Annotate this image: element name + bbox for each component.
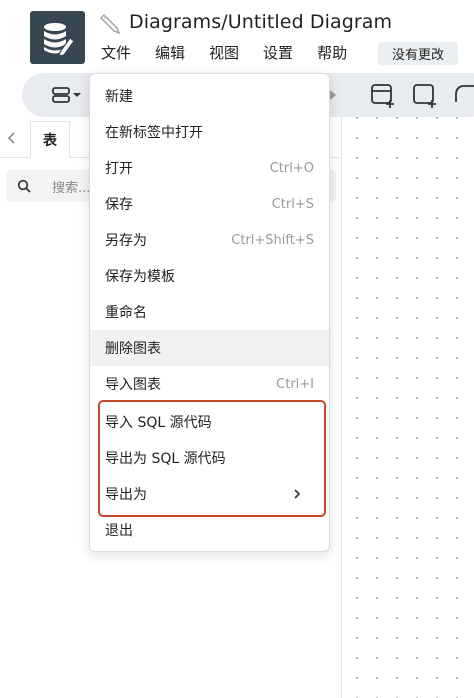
save-status-badge: 没有更改 [378, 42, 458, 65]
database-logo-icon [43, 22, 75, 57]
menu-help[interactable]: 帮助 [317, 42, 347, 66]
menu-item-shortcut: Ctrl+S [271, 196, 314, 212]
menu-item-label: 导入 SQL 源代码 [105, 415, 212, 431]
menu-item-import-sql[interactable]: 导入 SQL 源代码 [90, 404, 329, 440]
menu-item-open-new-tab[interactable]: 在新标签中打开 [90, 114, 329, 150]
menu-item-label: 删除图表 [105, 341, 161, 357]
layout-dropdown-button[interactable] [50, 73, 82, 117]
layout-rows-icon [52, 87, 70, 103]
app-window: Diagrams/Untitled Diagram 文件 编辑 视图 设置 帮助… [0, 0, 474, 698]
menu-item-label: 保存为模板 [105, 269, 175, 285]
menu-item-shortcut: Ctrl+I [276, 376, 314, 392]
menu-item-shortcut: Ctrl+O [269, 160, 314, 176]
menu-item-label: 打开 [105, 161, 133, 177]
add-table-button[interactable] [368, 73, 398, 117]
add-area-button[interactable] [410, 73, 440, 117]
add-area-icon [413, 84, 436, 108]
menu-item-delete-diagram[interactable]: 删除图表 [90, 330, 329, 366]
caret-down-icon [73, 93, 81, 97]
add-table-icon [371, 84, 394, 108]
menu-view[interactable]: 视图 [209, 42, 239, 66]
tab-tables[interactable]: 表 [30, 121, 70, 158]
search-icon [17, 179, 31, 193]
search-placeholder: 搜索... [52, 181, 91, 196]
menubar: 文件 编辑 视图 设置 帮助 [101, 42, 371, 66]
menu-item-label: 重命名 [105, 305, 147, 321]
menu-item-label: 导入图表 [105, 377, 161, 393]
menu-item-label: 另存为 [105, 233, 147, 249]
menu-item-export-sql[interactable]: 导出为 SQL 源代码 [90, 440, 329, 476]
menu-item-import-diagram[interactable]: 导入图表 Ctrl+I [90, 366, 329, 402]
file-menu-dropdown: 新建 在新标签中打开 打开 Ctrl+O 保存 Ctrl+S 另存为 Ctrl+… [89, 73, 330, 552]
diagram-canvas[interactable] [341, 117, 474, 698]
app-logo[interactable] [30, 11, 85, 64]
menu-item-open[interactable]: 打开 Ctrl+O [90, 150, 329, 186]
menu-item-export-as[interactable]: 导出为 [90, 476, 329, 512]
rename-pen-icon[interactable] [100, 12, 124, 36]
menu-item-save-as[interactable]: 另存为 Ctrl+Shift+S [90, 222, 329, 258]
menu-item-exit[interactable]: 退出 [90, 512, 329, 548]
menu-item-save-as-template[interactable]: 保存为模板 [90, 258, 329, 294]
add-note-icon [455, 85, 474, 102]
menu-item-new[interactable]: 新建 [90, 78, 329, 114]
menu-settings[interactable]: 设置 [263, 42, 293, 66]
menu-item-label: 新建 [105, 89, 133, 105]
menu-item-label: 导出为 SQL 源代码 [105, 451, 226, 467]
menu-item-shortcut: Ctrl+Shift+S [231, 232, 314, 248]
menu-item-label: 在新标签中打开 [105, 125, 203, 141]
menu-item-label: 保存 [105, 197, 133, 213]
menu-item-label: 退出 [105, 523, 133, 539]
menu-item-label: 导出为 [105, 487, 147, 503]
menu-item-save[interactable]: 保存 Ctrl+S [90, 186, 329, 222]
tab-scroll-left-icon[interactable] [6, 130, 22, 148]
menu-item-rename[interactable]: 重命名 [90, 294, 329, 330]
menu-file[interactable]: 文件 [101, 42, 131, 66]
chevron-right-icon [294, 489, 301, 499]
menu-edit[interactable]: 编辑 [155, 42, 185, 66]
diagram-title: Diagrams/Untitled Diagram [129, 11, 393, 33]
add-note-button[interactable] [452, 73, 474, 117]
